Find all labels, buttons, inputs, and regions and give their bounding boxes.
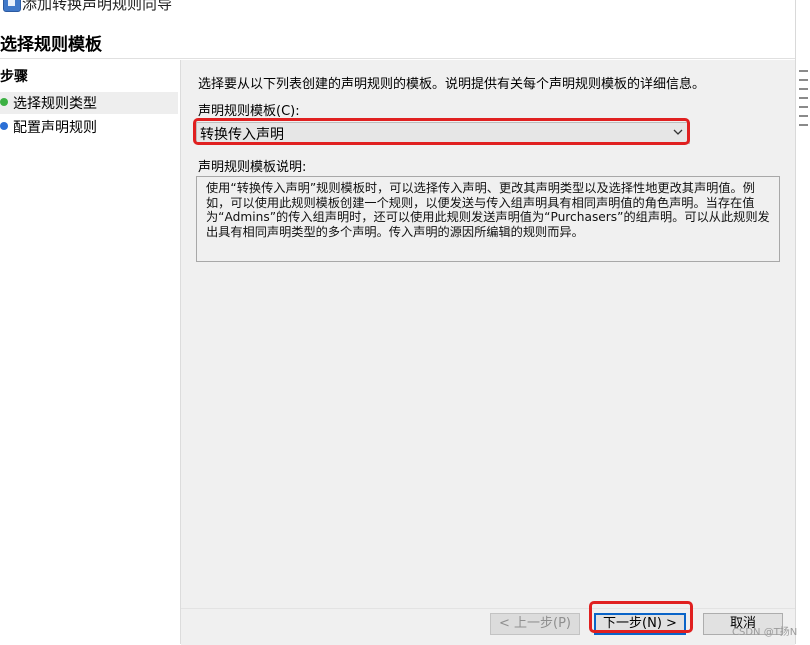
page-title: 选择规则模板	[0, 35, 102, 55]
main-content: 选择要从以下列表创建的声明规则的模板。说明提供有关每个声明规则模板的详细信息。 …	[181, 60, 795, 608]
template-description-box: 使用“转换传入声明”规则模板时，可以选择传入声明、更改其声明类型以及选择性地更改…	[196, 176, 780, 262]
watermark: CSDN @T扬N	[732, 627, 798, 638]
intro-text: 选择要从以下列表创建的声明规则的模板。说明提供有关每个声明规则模板的详细信息。	[198, 77, 706, 92]
prev-button[interactable]: < 上一步(P)	[490, 613, 580, 635]
right-edge-strip	[795, 0, 810, 644]
step-label: 配置声明规则	[13, 120, 97, 136]
step-label: 选择规则类型	[13, 96, 97, 112]
step-complete-dot-icon	[0, 98, 8, 106]
app-icon	[3, 0, 21, 12]
chevron-down-icon	[673, 129, 683, 135]
step-pending-dot-icon	[0, 122, 8, 130]
next-button[interactable]: 下一步(N) >	[594, 613, 686, 635]
steps-heading: 步骤	[0, 69, 28, 85]
step-configure-claim-rule[interactable]: 配置声明规则	[0, 116, 178, 138]
window-title: 添加转换声明规则向导	[22, 0, 173, 13]
button-bar: < 上一步(P) 下一步(N) > 取消	[181, 601, 795, 645]
steps-panel: 步骤 选择规则类型 配置声明规则	[0, 60, 181, 644]
template-select[interactable]: 转换传入声明	[196, 122, 690, 144]
title-bar: 添加转换声明规则向导	[0, 0, 795, 14]
template-label: 声明规则模板(C):	[198, 104, 300, 119]
template-select-value: 转换传入声明	[200, 127, 284, 143]
description-label: 声明规则模板说明:	[198, 160, 307, 175]
edge-marks	[799, 70, 808, 130]
step-select-rule-type[interactable]: 选择规则类型	[0, 92, 178, 114]
header-divider	[0, 58, 795, 59]
